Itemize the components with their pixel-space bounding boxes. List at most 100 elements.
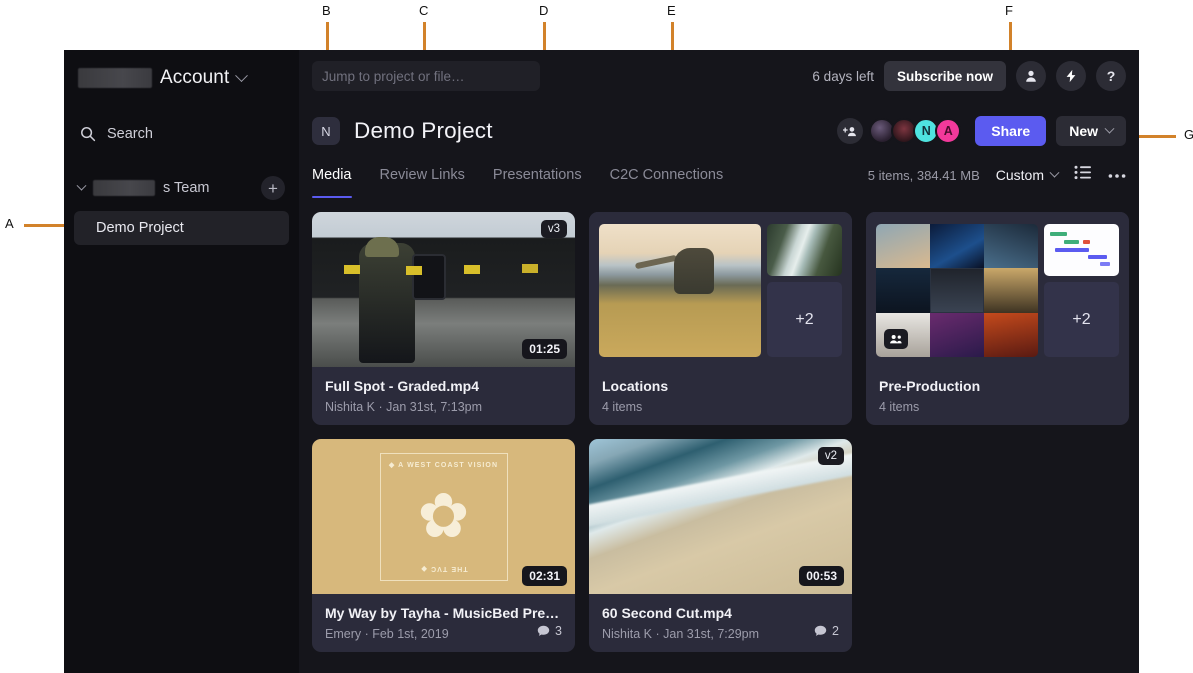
- comment-icon: [537, 625, 550, 637]
- view-controls: 5 items, 384.41 MB Custom: [868, 160, 1126, 190]
- list-view-icon: [1074, 165, 1092, 180]
- tab-presentations[interactable]: Presentations: [493, 160, 582, 190]
- media-meta: Full Spot - Graded.mp4 Nishita K · Jan 3…: [312, 367, 575, 414]
- top-bar: Jump to project or file… 6 days left Sub…: [299, 50, 1139, 102]
- jump-to-placeholder: Jump to project or file…: [322, 69, 465, 84]
- folder-meta: Locations 4 items: [589, 367, 852, 414]
- account-switcher[interactable]: Account: [64, 56, 299, 100]
- folder-preview-secondary: [1044, 224, 1119, 276]
- share-button[interactable]: Share: [975, 116, 1046, 146]
- tab-review-links[interactable]: Review Links: [380, 160, 465, 190]
- annotation-label-g: G: [1184, 128, 1193, 141]
- folder-art: +2: [866, 212, 1129, 367]
- media-subtitle: Nishita K · Jan 31st, 7:13pm: [325, 400, 562, 414]
- annotation-label-b: B: [322, 4, 331, 17]
- media-card[interactable]: v2 00:53 60 Second Cut.mp4 Nishita K · J…: [589, 439, 852, 652]
- folder-subtitle: 4 items: [602, 400, 839, 414]
- add-project-button[interactable]: +: [261, 176, 285, 200]
- tab-label: C2C Connections: [610, 167, 724, 183]
- chevron-down-icon: [1105, 123, 1115, 133]
- new-button[interactable]: New: [1056, 116, 1126, 146]
- chevron-down-icon: [77, 180, 87, 190]
- art-top-text: ◆ A WEST COAST VISION: [381, 461, 507, 469]
- whats-new-button[interactable]: [1056, 61, 1086, 91]
- media-name: Full Spot - Graded.mp4: [325, 378, 562, 394]
- avatar[interactable]: A: [935, 118, 961, 144]
- project-avatar: N: [312, 117, 340, 145]
- media-subtitle: Emery · Feb 1st, 2019: [325, 627, 537, 641]
- folder-thumbnail[interactable]: +2: [866, 212, 1129, 367]
- lightning-icon: [1064, 69, 1078, 83]
- media-thumbnail[interactable]: v3 01:25: [312, 212, 575, 367]
- folder-thumbnail[interactable]: +2: [589, 212, 852, 367]
- tab-list: Media Review Links Presentations C2C Con…: [312, 160, 723, 190]
- share-label: Share: [991, 123, 1030, 139]
- avatar-initial: N: [922, 124, 931, 138]
- jump-to-input[interactable]: Jump to project or file…: [312, 61, 540, 91]
- version-badge: v3: [541, 220, 567, 238]
- add-collaborator-button[interactable]: [837, 118, 863, 144]
- help-label: ?: [1107, 68, 1116, 84]
- tab-media[interactable]: Media: [312, 160, 352, 190]
- sidebar-item-demo-project[interactable]: Demo Project: [74, 211, 289, 245]
- duration-badge: 00:53: [799, 566, 844, 586]
- help-button[interactable]: ?: [1096, 61, 1126, 91]
- duration-badge: 02:31: [522, 566, 567, 586]
- subscribe-label: Subscribe now: [897, 69, 993, 84]
- annotation-label-c: C: [419, 4, 428, 17]
- tab-label: Presentations: [493, 167, 582, 183]
- team-group-row[interactable]: s Team +: [64, 170, 299, 206]
- sort-dropdown[interactable]: Custom: [996, 167, 1058, 183]
- folder-meta: Pre-Production 4 items: [866, 367, 1129, 414]
- main-panel: Jump to project or file… 6 days left Sub…: [299, 50, 1139, 673]
- tab-label: Media: [312, 167, 352, 183]
- folder-card[interactable]: +2 Pre-Production 4 items: [866, 212, 1129, 425]
- subscribe-now-button[interactable]: Subscribe now: [884, 61, 1006, 91]
- page-title: Demo Project: [354, 118, 493, 144]
- avatar-initial: A: [944, 124, 953, 138]
- items-summary: 5 items, 384.41 MB: [868, 168, 980, 183]
- project-avatar-initial: N: [321, 124, 330, 139]
- team-label: s Team: [163, 180, 209, 196]
- folder-extra-count: +2: [1044, 282, 1119, 357]
- media-thumbnail[interactable]: v2 00:53: [589, 439, 852, 594]
- more-options-icon: [1108, 173, 1126, 179]
- shared-folder-badge: [884, 329, 908, 349]
- team-name-redacted: [93, 180, 155, 196]
- account-name-redacted: [78, 68, 152, 88]
- version-badge: v2: [818, 447, 844, 465]
- comment-count: 3: [537, 624, 562, 638]
- media-subtitle: Nishita K · Jan 31st, 7:29pm: [602, 627, 814, 641]
- folder-card[interactable]: +2 Locations 4 items: [589, 212, 852, 425]
- folder-subtitle: 4 items: [879, 400, 1116, 414]
- folder-preview-main: [876, 224, 1038, 357]
- media-card[interactable]: ◆ A WEST COAST VISION ✿ THE TVC ◆ 02:31 …: [312, 439, 575, 652]
- account-person-button[interactable]: [1016, 61, 1046, 91]
- annotation-label-a: A: [5, 217, 14, 230]
- person-icon: [1024, 69, 1038, 83]
- new-label: New: [1069, 123, 1098, 139]
- more-options-button[interactable]: [1108, 166, 1126, 184]
- comment-count-label: 2: [832, 624, 839, 638]
- media-meta: 60 Second Cut.mp4 Nishita K · Jan 31st, …: [589, 594, 852, 641]
- folder-name: Pre-Production: [879, 378, 1116, 394]
- folder-art: +2: [589, 212, 852, 367]
- media-card[interactable]: v3 01:25 Full Spot - Graded.mp4 Nishita …: [312, 212, 575, 425]
- media-thumbnail[interactable]: ◆ A WEST COAST VISION ✿ THE TVC ◆ 02:31: [312, 439, 575, 594]
- annotation-label-e: E: [667, 4, 676, 17]
- art-bottom-text: THE TVC ◆: [381, 565, 507, 573]
- tab-label: Review Links: [380, 167, 465, 183]
- media-meta: My Way by Tayha - MusicBed Pre… Emery · …: [312, 594, 575, 641]
- comment-icon: [814, 625, 827, 637]
- tab-c2c-connections[interactable]: C2C Connections: [610, 160, 724, 190]
- project-actions: N A Share New: [837, 116, 1126, 146]
- list-view-button[interactable]: [1074, 165, 1092, 185]
- folder-preview-secondary: [767, 224, 842, 276]
- annotation-label-f: F: [1005, 4, 1013, 17]
- comment-count-label: 3: [555, 624, 562, 638]
- sidebar-search[interactable]: Search: [64, 114, 299, 154]
- account-label: Account: [160, 67, 229, 89]
- app-window: Account Search s Team + Demo Project: [64, 50, 1139, 673]
- rose-icon: ✿: [418, 486, 470, 548]
- sidebar-item-label: Demo Project: [96, 220, 184, 236]
